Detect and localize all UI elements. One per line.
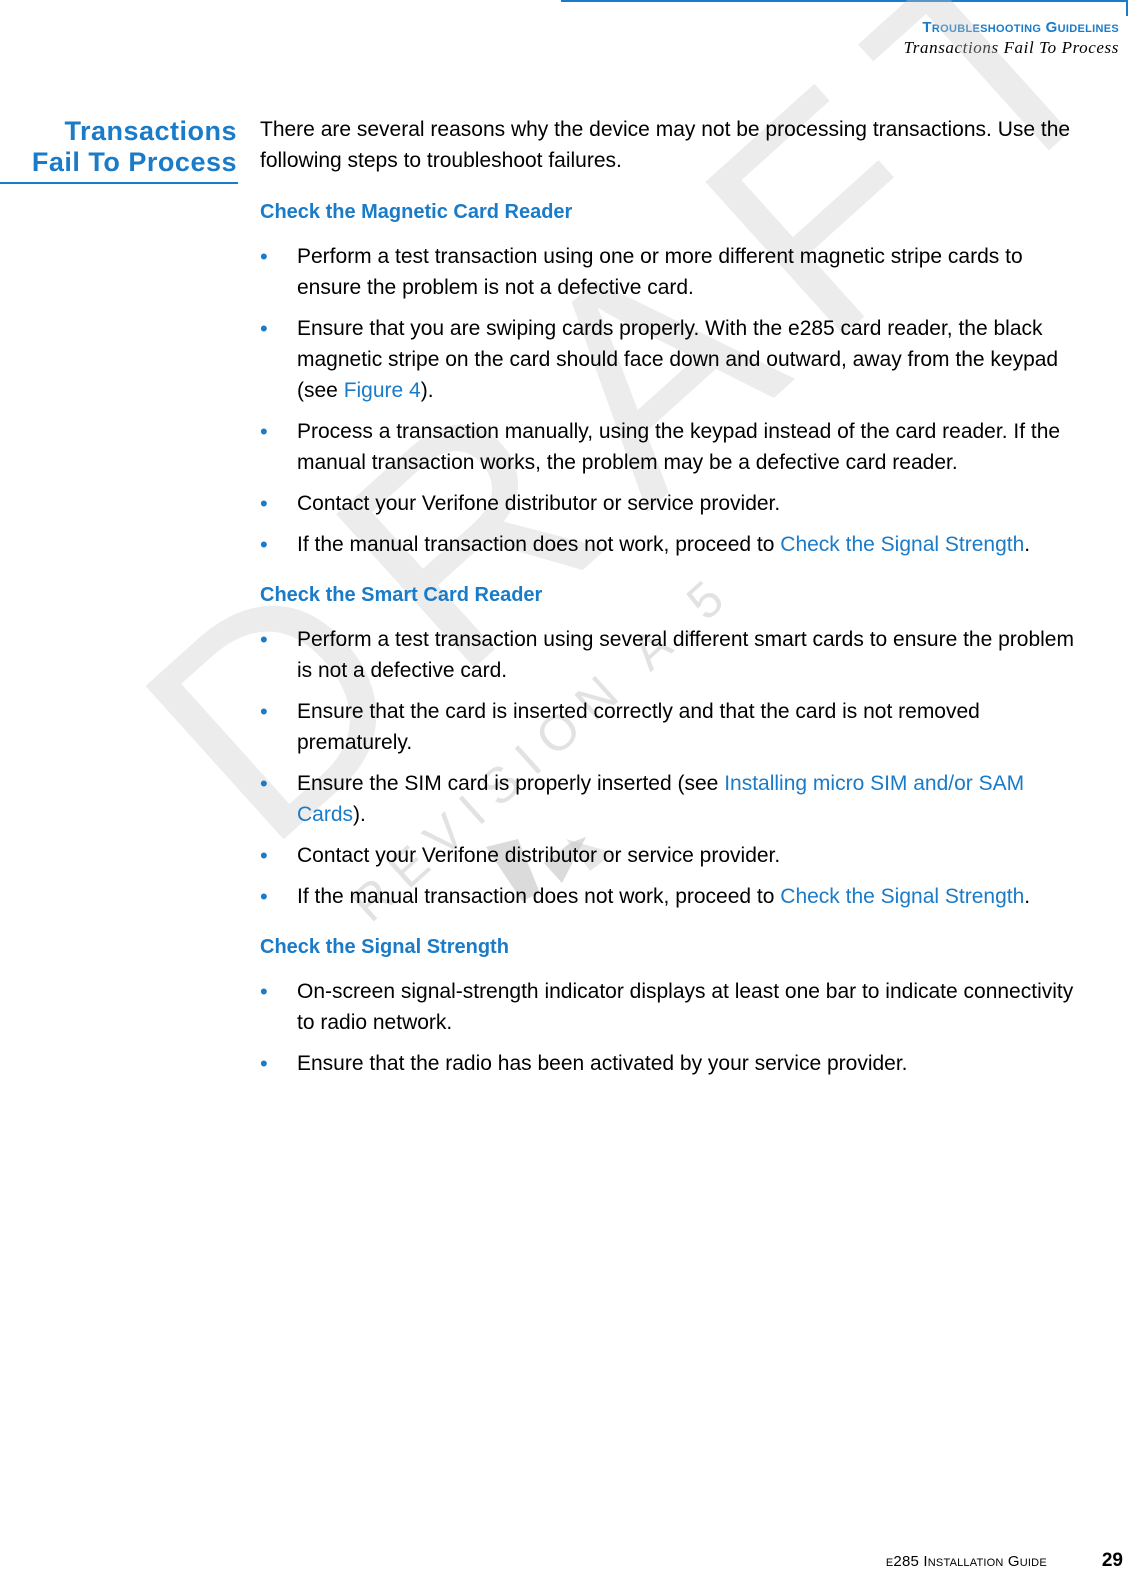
bullet-icon: •	[260, 491, 268, 516]
list-item-text: Process a transaction manually, using th…	[297, 420, 1061, 474]
list-item-text: Ensure that the radio has been activated…	[297, 1052, 908, 1075]
section-signal-strength: Check the Signal Strength • On-screen sig…	[260, 934, 1090, 1079]
bullet-list: • On-screen signal-strength indicator dis…	[260, 976, 1090, 1079]
subheading: Check the Signal Strength	[260, 936, 509, 958]
header-section-title: Troubleshooting Guidelines	[922, 19, 1119, 36]
list-item: • On-screen signal-strength indicator dis…	[260, 976, 1090, 1038]
bullet-icon: •	[260, 244, 268, 269]
list-item-text: ).	[420, 379, 434, 402]
section-title: Transactions Fail To Process	[0, 116, 237, 178]
section-title-line1: Transactions	[64, 116, 237, 146]
list-item: • If the manual transaction does not work…	[260, 529, 1090, 560]
subheading: Check the Magnetic Card Reader	[260, 201, 573, 223]
section-title-line2: Fail To Process	[31, 147, 237, 177]
bullet-icon: •	[260, 627, 268, 652]
bullet-list: • Perform a test transaction using severa…	[260, 624, 1090, 912]
subheading: Check the Smart Card Reader	[260, 584, 543, 606]
header-topic-title: Transactions Fail To Process	[903, 38, 1119, 57]
bullet-icon: •	[260, 316, 268, 341]
bullet-icon: •	[260, 1051, 268, 1076]
running-header: Troubleshooting Guidelines Transactions …	[904, 18, 1119, 58]
list-item-text: .	[1024, 533, 1031, 556]
list-item: • Perform a test transaction using severa…	[260, 624, 1090, 686]
check-signal-strength-link[interactable]: Check the Signal Strength	[780, 533, 1024, 556]
list-item: • Process a transaction manually, using t…	[260, 416, 1090, 478]
list-item-text: Contact your Verifone distributor or ser…	[297, 844, 781, 867]
list-item-text: .	[1024, 885, 1031, 908]
bullet-list: • Perform a test transaction using one or…	[260, 241, 1090, 560]
bullet-icon: •	[260, 699, 268, 724]
bullet-icon: •	[260, 884, 268, 909]
section-smart-card-reader: Check the Smart Card Reader • Perform a t…	[260, 582, 1090, 912]
bullet-icon: •	[260, 979, 268, 1004]
bullet-icon: •	[260, 771, 268, 796]
main-content: There are several reasons why the device…	[260, 114, 1090, 1101]
list-item-text: Perform a test transaction using several…	[297, 628, 1074, 682]
list-item: • Contact your Verifone distributor or se…	[260, 488, 1090, 519]
footer-guide-title: e285 Installation Guide	[885, 1553, 1047, 1570]
bullet-icon: •	[260, 532, 268, 557]
header-rule	[561, 0, 1128, 2]
list-item: • Ensure that the card is inserted correc…	[260, 696, 1090, 758]
list-item-text: ).	[353, 803, 366, 826]
section-magnetic-card-reader: Check the Magnetic Card Reader • Perform …	[260, 199, 1090, 560]
bullet-icon: •	[260, 843, 268, 868]
intro-paragraph: There are several reasons why the device…	[260, 118, 1071, 172]
list-item-text: If the manual transaction does not work,…	[297, 885, 781, 908]
list-item-text: Perform a test transaction using one or …	[297, 245, 1023, 299]
list-item: • Ensure that you are swiping cards prope…	[260, 313, 1090, 406]
list-item-text: Ensure that the card is inserted correct…	[297, 700, 980, 754]
section-title-rule	[0, 182, 238, 184]
list-item: • If the manual transaction does not work…	[260, 881, 1090, 912]
list-item-text: Contact your Verifone distributor or ser…	[297, 492, 781, 515]
check-signal-strength-link[interactable]: Check the Signal Strength	[780, 885, 1024, 908]
bullet-icon: •	[260, 419, 268, 444]
list-item-text: If the manual transaction does not work,…	[297, 533, 781, 556]
page-number: 29	[1101, 1550, 1123, 1571]
list-item-text: Ensure the SIM card is properly inserted…	[297, 772, 725, 795]
list-item: • Ensure that the radio has been activate…	[260, 1048, 1090, 1079]
header-rule-tick	[1126, 0, 1128, 16]
page-footer: e285 Installation Guide 29	[886, 1550, 1123, 1572]
list-item: • Ensure the SIM card is properly inserte…	[260, 768, 1090, 830]
figure-4-link[interactable]: Figure 4	[344, 379, 421, 402]
list-item-text: On-screen signal-strength indicator disp…	[297, 980, 1074, 1034]
list-item: • Contact your Verifone distributor or se…	[260, 840, 1090, 871]
list-item: • Perform a test transaction using one or…	[260, 241, 1090, 303]
